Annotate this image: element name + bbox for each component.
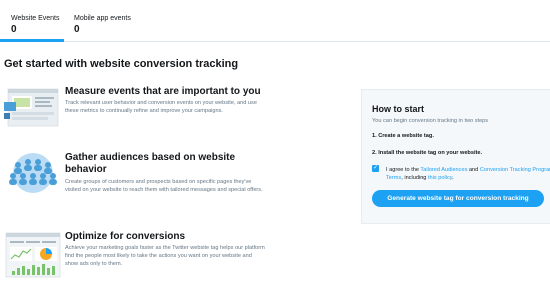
tab-count: 0 bbox=[74, 24, 80, 35]
dashboard-illustration bbox=[5, 232, 61, 278]
tab-label: Website Events bbox=[11, 15, 60, 22]
terms-checkbox[interactable]: ✓ bbox=[372, 165, 379, 172]
panel-subtitle: You can begin conversion tracking in two… bbox=[372, 118, 489, 124]
generate-tag-button[interactable]: Generate website tag for conversion trac… bbox=[372, 190, 544, 207]
panel-title: How to start bbox=[372, 104, 425, 114]
feature-description: Track relevant user behavior and convers… bbox=[65, 100, 257, 114]
tailored-audiences-link[interactable]: Tailored Audiences bbox=[420, 167, 467, 173]
browser-illustration bbox=[4, 88, 59, 127]
tab-label: Mobile app events bbox=[74, 15, 131, 22]
feature-description: Create groups of customers and prospects… bbox=[65, 179, 263, 193]
tab-website-events[interactable]: Website Events 0 bbox=[0, 0, 64, 42]
page-heading: Get started with website conversion trac… bbox=[4, 58, 239, 70]
agree-including: , including bbox=[401, 175, 428, 181]
feature-description: Achieve your marketing goals faster as t… bbox=[65, 245, 265, 267]
feature-title: Gather audiences based on website behavi… bbox=[65, 152, 236, 175]
how-to-start-panel: How to start You can begin conversion tr… bbox=[361, 89, 550, 224]
agree-prefix: I agree to the bbox=[386, 167, 421, 173]
active-tab-indicator bbox=[0, 39, 64, 42]
events-tabs: Website Events 0 Mobile app events 0 bbox=[0, 0, 550, 42]
feature-title: Measure events that are important to you bbox=[65, 86, 261, 97]
terms-agreement: I agree to the Tailored Audiences and Co… bbox=[386, 166, 550, 182]
checkbox-checked-icon: ✓ bbox=[372, 165, 379, 171]
step-install-tag: 2. Install the website tag on your websi… bbox=[372, 150, 483, 156]
agree-end: . bbox=[452, 175, 454, 181]
feature-title: Optimize for conversions bbox=[65, 231, 186, 242]
agree-and: and bbox=[467, 167, 480, 173]
audience-illustration bbox=[9, 153, 57, 193]
tab-mobile-app-events[interactable]: Mobile app events 0 bbox=[64, 0, 140, 41]
policy-link[interactable]: this policy bbox=[428, 175, 452, 181]
tab-count: 0 bbox=[11, 24, 17, 35]
step-create-tag: 1. Create a website tag. bbox=[372, 133, 434, 139]
